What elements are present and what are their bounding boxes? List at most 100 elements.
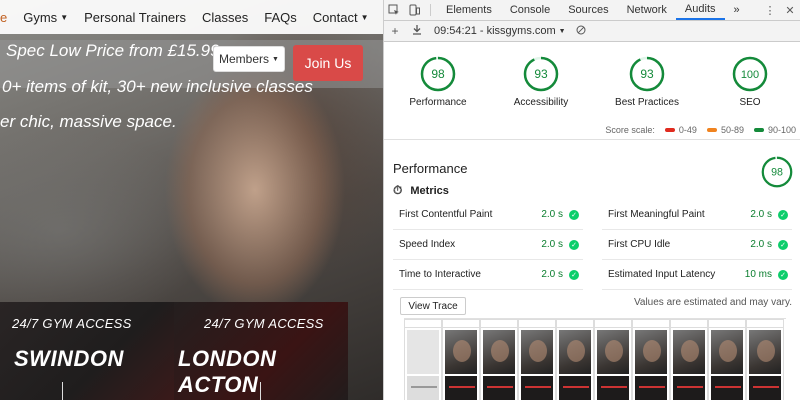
scale-swatch xyxy=(664,128,675,132)
filmstrip-frame xyxy=(518,319,556,400)
tile-title: LONDON ACTON xyxy=(178,346,277,397)
filmstrip-frame xyxy=(632,319,670,400)
website-viewport: e Gyms ▼ Personal Trainers Classes FAQs C… xyxy=(0,0,383,400)
device-toolbar-icon[interactable] xyxy=(404,0,424,20)
filmstrip-frame xyxy=(708,319,746,400)
gauge-label: Accessibility xyxy=(513,97,569,108)
estimated-note: Values are estimated and may vary. xyxy=(633,297,792,308)
more-tabs-icon[interactable]: » xyxy=(725,0,749,20)
view-trace-button[interactable]: View Trace xyxy=(400,297,466,315)
nav-faqs[interactable]: FAQs xyxy=(264,10,297,25)
score-scale: Score scale: 0-49 50-89 90-100 xyxy=(605,125,796,135)
metric-first-contentful-paint: First Contentful Paint 2.0 s ✓ xyxy=(393,200,583,230)
members-button[interactable]: Members ▼ xyxy=(213,46,285,72)
devtools-panel: Elements Console Sources Network Audits … xyxy=(383,0,800,400)
join-us-button[interactable]: Join Us xyxy=(293,45,363,81)
score-value: 98 xyxy=(431,67,445,81)
tile-divider xyxy=(260,382,261,400)
filmstrip-frame xyxy=(594,319,632,400)
nav-classes[interactable]: Classes xyxy=(202,10,248,25)
promo-price-text: Spec Low Price from £15.99 p xyxy=(6,41,234,60)
gauge-label: SEO xyxy=(739,97,761,108)
metric-first-cpu-idle: First CPU Idle 2.0 s ✓ xyxy=(602,230,792,260)
score-ring: 93 xyxy=(629,56,665,92)
score-value: 93 xyxy=(534,67,548,81)
tile-subtitle: 24/7 GYM ACCESS xyxy=(12,316,132,331)
filmstrip xyxy=(404,318,786,400)
scale-pass: 90-100 xyxy=(753,125,796,135)
pass-check-icon: ✓ xyxy=(778,269,788,280)
score-ring: 93 xyxy=(523,56,559,92)
tab-audits[interactable]: Audits xyxy=(675,0,725,20)
filmstrip-frame xyxy=(746,319,784,400)
tab-network[interactable]: Network xyxy=(618,0,676,20)
gauge-seo[interactable]: 100 SEO xyxy=(710,56,790,108)
kebab-menu-icon[interactable]: ⋮ xyxy=(760,0,780,20)
performance-score-gauge: 98 xyxy=(761,156,793,193)
filmstrip-frame xyxy=(670,319,708,400)
score-ring: 98 xyxy=(761,156,793,188)
promo-tagline-text: er chic, massive space. xyxy=(0,112,177,131)
metric-first-meaningful-paint: First Meaningful Paint 2.0 s ✓ xyxy=(602,200,792,230)
tab-sources[interactable]: Sources xyxy=(559,0,617,20)
scale-fail: 0-49 xyxy=(664,125,697,135)
gauge-label: Performance xyxy=(409,97,467,108)
pass-check-icon: ✓ xyxy=(778,239,788,250)
tile-title: SWINDON xyxy=(14,346,124,371)
nav-personal-trainers[interactable]: Personal Trainers xyxy=(84,10,186,25)
scale-swatch xyxy=(753,128,764,132)
score-scale-label: Score scale: xyxy=(605,125,655,135)
audits-toolbar: + 09:54:21 - kissgyms.com ▼ xyxy=(384,21,800,42)
gym-tile-swindon[interactable]: 24/7 GYM ACCESS SWINDON xyxy=(0,302,174,400)
metric-speed-index: Speed Index 2.0 s ✓ xyxy=(393,230,583,260)
score-value: 100 xyxy=(741,69,759,81)
filmstrip-frame xyxy=(556,319,594,400)
new-audit-icon[interactable]: + xyxy=(384,24,406,38)
score-value: 98 xyxy=(771,167,783,179)
inspect-element-icon[interactable] xyxy=(384,0,404,20)
nav-clipped-text: e xyxy=(0,9,8,25)
caret-down-icon: ▼ xyxy=(558,28,566,35)
tile-divider xyxy=(62,382,63,400)
nav-contact[interactable]: Contact ▼ xyxy=(313,10,369,25)
pass-check-icon: ✓ xyxy=(778,209,788,220)
tab-elements[interactable]: Elements xyxy=(437,0,501,20)
gym-tile-london-acton[interactable]: 24/7 GYM ACCESS LONDON ACTON xyxy=(174,302,348,400)
filmstrip-frame xyxy=(404,319,442,400)
metrics-heading: ⏱ Metrics xyxy=(393,183,449,197)
caret-down-icon: ▼ xyxy=(60,12,69,22)
performance-section: Performance 98 ⏱ Metrics First Contentfu… xyxy=(384,140,800,400)
metric-time-to-interactive: Time to Interactive 2.0 s ✓ xyxy=(393,260,583,290)
toolbar-divider xyxy=(430,4,431,16)
download-icon[interactable] xyxy=(406,24,428,38)
caret-down-icon: ▼ xyxy=(272,55,279,63)
clear-icon[interactable] xyxy=(576,25,586,38)
caret-down-icon: ▼ xyxy=(360,12,369,22)
tab-console[interactable]: Console xyxy=(501,0,559,20)
promo-features-text: 0+ items of kit, 30+ new inclusive class… xyxy=(2,77,313,96)
close-icon[interactable]: ✕ xyxy=(780,0,800,20)
score-value: 93 xyxy=(640,67,654,81)
gauge-accessibility[interactable]: 93 Accessibility xyxy=(501,56,581,108)
score-ring: 98 xyxy=(420,56,456,92)
metric-estimated-input-latency: Estimated Input Latency 10 ms ✓ xyxy=(602,260,792,290)
nav-gyms[interactable]: Gyms ▼ xyxy=(23,10,68,25)
pass-check-icon: ✓ xyxy=(569,239,579,250)
performance-title: Performance xyxy=(393,161,468,176)
gauge-best-practices[interactable]: 93 Best Practices xyxy=(607,56,687,108)
scale-swatch xyxy=(706,128,717,132)
filmstrip-frame xyxy=(480,319,518,400)
pass-check-icon: ✓ xyxy=(569,269,579,280)
stopwatch-icon: ⏱ xyxy=(393,183,403,197)
devtools-tabbar: Elements Console Sources Network Audits … xyxy=(384,0,800,21)
gauge-label: Best Practices xyxy=(615,97,679,108)
tile-subtitle: 24/7 GYM ACCESS xyxy=(204,316,324,331)
score-ring: 100 xyxy=(732,56,768,92)
site-nav: e Gyms ▼ Personal Trainers Classes FAQs C… xyxy=(0,0,383,34)
scale-average: 50-89 xyxy=(706,125,744,135)
gauge-performance[interactable]: 98 Performance xyxy=(398,56,478,108)
report-select[interactable]: 09:54:21 - kissgyms.com ▼ xyxy=(434,25,566,37)
gym-tiles: 24/7 GYM ACCESS SWINDON 24/7 GYM ACCESS … xyxy=(0,302,348,400)
filmstrip-frame xyxy=(442,319,480,400)
pass-check-icon: ✓ xyxy=(569,209,579,220)
